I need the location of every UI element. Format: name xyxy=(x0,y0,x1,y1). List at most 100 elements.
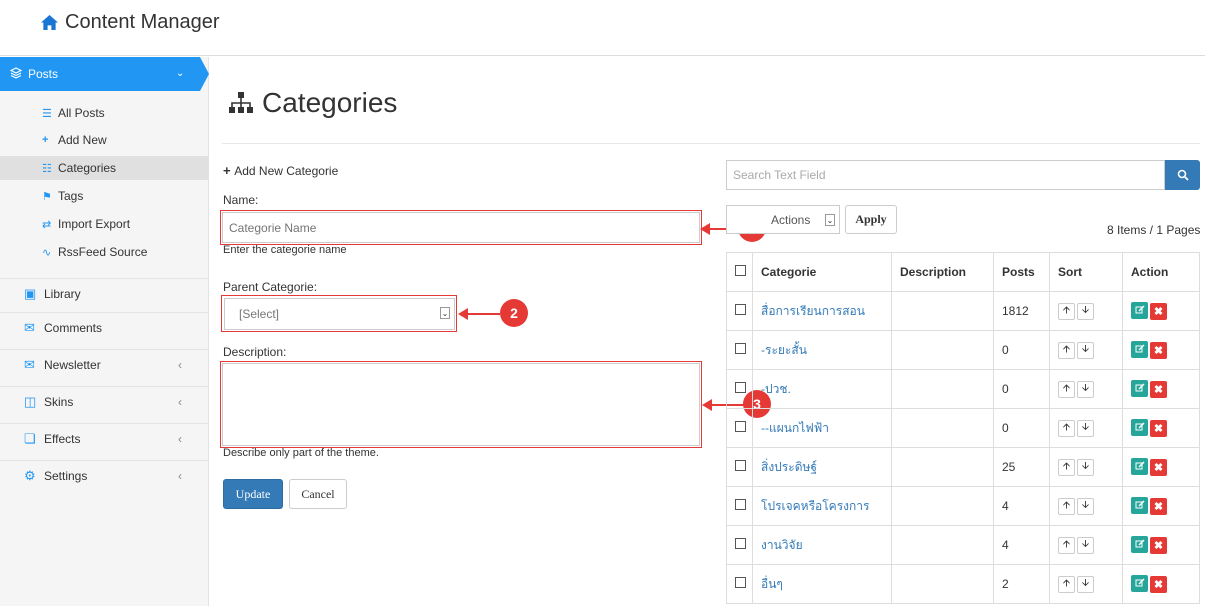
select-all-checkbox[interactable] xyxy=(735,265,746,276)
delete-button[interactable]: ✖ xyxy=(1150,498,1167,516)
sort-down-button[interactable]: 🡫 xyxy=(1077,459,1094,476)
tags-icon: ⚑ xyxy=(42,190,52,203)
row-checkbox[interactable] xyxy=(735,499,746,510)
row-select-cell xyxy=(726,330,753,370)
sidebar-item-import-export[interactable]: ⇄ Import Export xyxy=(0,212,209,236)
column-header-description[interactable]: Description xyxy=(891,252,994,292)
sidebar-item-effects[interactable]: ❏ Effects ‹ xyxy=(0,423,209,453)
sidebar-item-all-posts[interactable]: ☰ All Posts xyxy=(0,101,209,125)
bulk-actions-select[interactable]: Actions ⌄ xyxy=(726,205,840,234)
sort-up-button[interactable]: 🡩 xyxy=(1058,537,1075,554)
search-button[interactable] xyxy=(1165,160,1200,190)
sidebar-item-skins[interactable]: ◫ Skins ‹ xyxy=(0,386,209,416)
sidebar-item-label: Settings xyxy=(44,468,88,483)
edit-button[interactable] xyxy=(1131,340,1148,358)
sort-down-button[interactable]: 🡫 xyxy=(1077,303,1094,320)
close-icon: ✖ xyxy=(1153,462,1164,475)
sidebar-item-library[interactable]: ▣ Library xyxy=(0,278,209,308)
sort-up-button[interactable]: 🡩 xyxy=(1058,342,1075,359)
row-checkbox[interactable] xyxy=(735,343,746,354)
sort-down-button[interactable]: 🡫 xyxy=(1077,537,1094,554)
sort-down-button[interactable]: 🡫 xyxy=(1077,576,1094,593)
close-icon: ✖ xyxy=(1153,384,1164,397)
row-checkbox[interactable] xyxy=(735,304,746,315)
delete-button[interactable]: ✖ xyxy=(1150,303,1167,321)
sort-up-button[interactable]: 🡩 xyxy=(1058,498,1075,515)
row-checkbox[interactable] xyxy=(735,382,746,393)
column-header-categorie[interactable]: Categorie xyxy=(752,252,892,292)
edit-icon xyxy=(1135,383,1144,392)
delete-button[interactable]: ✖ xyxy=(1150,381,1167,399)
categorie-link[interactable]: สื่อการเรียนการสอน xyxy=(761,304,865,318)
page-title-text: Categories xyxy=(262,87,398,118)
bulk-actions-value: Actions xyxy=(771,212,811,227)
callout-arrow-head xyxy=(700,223,710,235)
close-icon: ✖ xyxy=(1153,579,1164,592)
sort-up-button[interactable]: 🡩 xyxy=(1058,303,1075,320)
sort-up-button[interactable]: 🡩 xyxy=(1058,420,1075,437)
edit-button[interactable] xyxy=(1131,574,1148,592)
sidebar-item-newsletter[interactable]: ✉ Newsletter ‹ xyxy=(0,349,209,379)
sort-up-button[interactable]: 🡩 xyxy=(1058,576,1075,593)
row-checkbox[interactable] xyxy=(735,538,746,549)
apply-button[interactable]: Apply xyxy=(845,205,897,234)
brand[interactable]: Content Manager xyxy=(40,11,220,34)
column-header-action: Action xyxy=(1122,252,1200,292)
edit-button[interactable] xyxy=(1131,301,1148,319)
sidebar-item-comments[interactable]: ✉ Comments xyxy=(0,312,209,342)
row-checkbox[interactable] xyxy=(735,577,746,588)
sidebar-item-posts[interactable]: Posts ⌄ xyxy=(0,57,209,91)
categorie-link[interactable]: สิ่งประดิษฐ์ xyxy=(761,460,817,474)
delete-button[interactable]: ✖ xyxy=(1150,576,1167,594)
delete-button[interactable]: ✖ xyxy=(1150,420,1167,438)
edit-icon xyxy=(1135,305,1144,314)
search-icon xyxy=(1177,169,1189,181)
sidebar-item-settings[interactable]: ⚙ Settings ‹ xyxy=(0,460,209,490)
sort-cell: 🡩 🡫 xyxy=(1049,330,1123,370)
categorie-link[interactable]: --แผนกไฟฟ้า xyxy=(761,421,829,435)
callout-badge: 2 xyxy=(500,299,528,327)
row-checkbox[interactable] xyxy=(735,460,746,471)
sort-down-button[interactable]: 🡫 xyxy=(1077,381,1094,398)
edit-button[interactable] xyxy=(1131,535,1148,553)
row-select-cell xyxy=(726,486,753,526)
categorie-link[interactable]: -ระยะสั้น xyxy=(761,343,807,357)
sort-down-button[interactable]: 🡫 xyxy=(1077,342,1094,359)
edit-button[interactable] xyxy=(1131,418,1148,436)
categorie-link[interactable]: -ปวช. xyxy=(761,382,791,396)
cancel-button[interactable]: Cancel xyxy=(289,479,347,509)
sidebar-item-add-new[interactable]: + Add New xyxy=(0,128,209,152)
categorie-cell: --แผนกไฟฟ้า xyxy=(752,408,892,448)
sort-up-button[interactable]: 🡩 xyxy=(1058,381,1075,398)
action-cell: ✖ xyxy=(1122,330,1200,370)
delete-button[interactable]: ✖ xyxy=(1150,459,1167,477)
update-button[interactable]: Update xyxy=(223,479,283,509)
column-header-posts[interactable]: Posts xyxy=(993,252,1050,292)
categorie-link[interactable]: งานวิจัย xyxy=(761,538,803,552)
categorie-link[interactable]: อื่นๆ xyxy=(761,577,783,591)
sort-down-button[interactable]: 🡫 xyxy=(1077,498,1094,515)
callout-arrow-head xyxy=(702,399,712,411)
delete-button[interactable]: ✖ xyxy=(1150,342,1167,360)
name-label: Name: xyxy=(223,193,259,207)
sidebar-item-categories[interactable]: ☷ Categories xyxy=(0,156,209,180)
row-checkbox[interactable] xyxy=(735,421,746,432)
sidebar-item-label: All Posts xyxy=(58,106,105,120)
edit-button[interactable] xyxy=(1131,379,1148,397)
table-row: โปรเจคหรือโครงการ 4 🡩 🡫 ✖ xyxy=(726,486,1200,526)
edit-button[interactable] xyxy=(1131,457,1148,475)
table-row: -ปวช. 0 🡩 🡫 ✖ xyxy=(726,369,1200,409)
posts-cell: 25 xyxy=(993,447,1050,487)
sidebar-item-rssfeed-source[interactable]: ∿ RssFeed Source xyxy=(0,240,209,264)
search-input[interactable]: Search Text Field xyxy=(726,160,1165,190)
chevron-down-icon: ⌄ xyxy=(825,214,835,226)
edit-icon xyxy=(1135,461,1144,470)
sort-down-button[interactable]: 🡫 xyxy=(1077,420,1094,437)
edit-button[interactable] xyxy=(1131,496,1148,514)
sidebar-item-tags[interactable]: ⚑ Tags xyxy=(0,184,209,208)
chevron-left-icon: ‹ xyxy=(178,468,182,483)
delete-button[interactable]: ✖ xyxy=(1150,537,1167,555)
categorie-link[interactable]: โปรเจคหรือโครงการ xyxy=(761,499,869,513)
arrow-up-icon: 🡩 xyxy=(1062,461,1071,472)
sort-up-button[interactable]: 🡩 xyxy=(1058,459,1075,476)
